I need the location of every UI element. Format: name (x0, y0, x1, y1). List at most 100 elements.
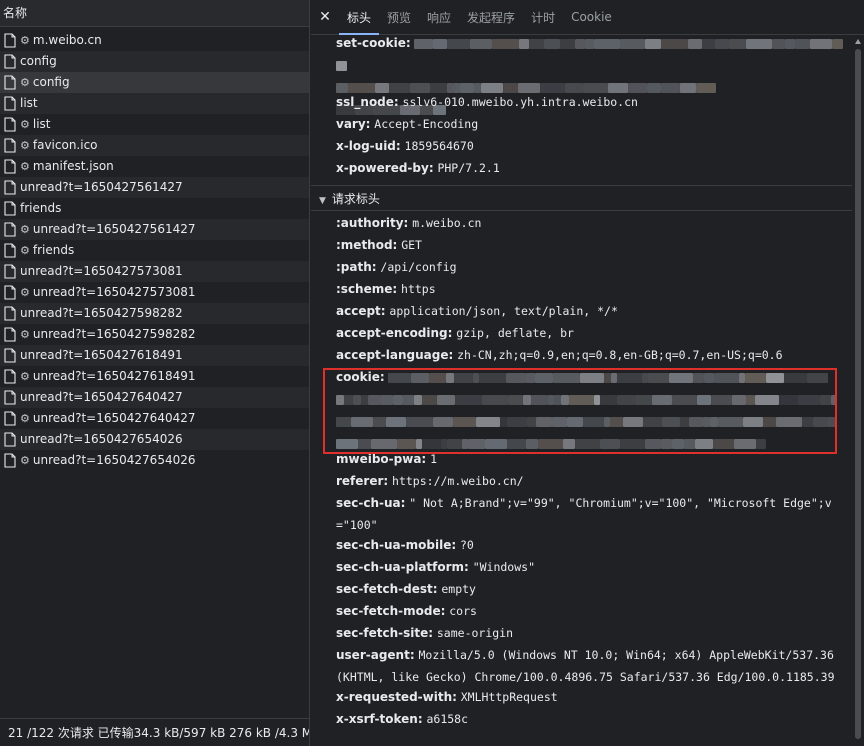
redaction-block (336, 60, 347, 71)
header-row: :method: GET (336, 234, 851, 256)
tabs: 标头 预览 响应 发起程序 计时 Cookie (339, 0, 620, 35)
header-name: sec-fetch-site: (336, 626, 434, 640)
request-row[interactable]: unread?t=1650427618491 (0, 345, 309, 366)
request-name: favicon.ico (32, 138, 98, 152)
header-value[interactable]: sslv6-010.mweibo.yh.intra.weibo.cn (403, 95, 638, 109)
document-file-icon (4, 411, 16, 426)
request-row[interactable]: unread?t=1650427561427 (0, 177, 309, 198)
header-value[interactable]: https (401, 282, 436, 296)
scrollbar-thumb[interactable] (855, 49, 861, 739)
header-row: sec-ch-ua: " Not A;Brand";v="99", "Chrom… (336, 492, 851, 536)
request-row[interactable]: friends (0, 198, 309, 219)
vertical-scrollbar[interactable] (852, 35, 864, 746)
request-row[interactable]: ⚙ m.weibo.cn (0, 30, 309, 51)
header-row: sec-ch-ua-mobile: ?0 (336, 534, 851, 556)
tab-cookie[interactable]: Cookie (563, 0, 620, 34)
header-name: sec-fetch-mode: (336, 604, 446, 618)
request-name: unread?t=1650427654026 (32, 453, 196, 467)
request-row[interactable]: ⚙ unread?t=1650427598282 (0, 324, 309, 345)
header-name: mweibo-pwa: (336, 452, 427, 466)
header-value[interactable]: 1859564670 (405, 139, 474, 153)
header-value[interactable]: gzip, deflate, br (456, 326, 574, 340)
header-value[interactable]: zh-CN,zh;q=0.9,en;q=0.8,en-GB;q=0.7,en-U… (457, 348, 782, 362)
header-row: sec-fetch-site: same-origin (336, 622, 851, 644)
request-row[interactable]: ⚙ unread?t=1650427561427 (0, 219, 309, 240)
header-name: set-cookie: (336, 36, 411, 50)
request-name: unread?t=1650427561427 (32, 222, 196, 236)
service-worker-gear-icon: ⚙ (20, 454, 30, 467)
request-row[interactable]: unread?t=1650427654026 (0, 429, 309, 450)
header-value[interactable]: application/json, text/plain, */* (389, 304, 617, 318)
header-value[interactable]: " Not A;Brand";v="99", "Chromium";v="100… (336, 496, 832, 532)
header-value[interactable]: XMLHttpRequest (461, 690, 558, 704)
request-row[interactable]: ⚙ unread?t=1650427573081 (0, 282, 309, 303)
header-name: sec-fetch-dest: (336, 582, 438, 596)
header-value[interactable]: a6158c (426, 712, 468, 726)
header-value[interactable]: https://m.weibo.cn/ (392, 474, 524, 488)
document-file-icon (4, 306, 16, 321)
header-value[interactable]: 1 (430, 452, 437, 466)
document-file-icon (4, 327, 16, 342)
header-value[interactable]: "Windows" (473, 560, 535, 574)
redaction-block (594, 38, 621, 49)
request-row[interactable]: unread?t=1650427573081 (0, 261, 309, 282)
request-row[interactable]: ⚙ unread?t=1650427640427 (0, 408, 309, 429)
request-name: friends (32, 243, 75, 257)
request-row[interactable]: unread?t=1650427598282 (0, 303, 309, 324)
header-row: :authority: m.weibo.cn (336, 212, 851, 234)
header-name: referer: (336, 474, 389, 488)
request-row[interactable]: config (0, 51, 309, 72)
header-row: ssl_node: sslv6-010.mweibo.yh.intra.weib… (336, 91, 851, 113)
tab-preview[interactable]: 预览 (379, 0, 419, 34)
header-value[interactable]: empty (441, 582, 476, 596)
tab-timing[interactable]: 计时 (523, 0, 563, 34)
request-name: unread?t=1650427618491 (20, 348, 183, 362)
header-value[interactable]: GET (401, 238, 422, 252)
request-row[interactable]: ⚙ unread?t=1650427618491 (0, 366, 309, 387)
redaction-block (688, 38, 703, 49)
request-row[interactable]: list (0, 93, 309, 114)
redaction-block (560, 38, 576, 49)
request-row[interactable]: ⚙ friends (0, 240, 309, 261)
header-value[interactable]: /api/config (380, 260, 456, 274)
header-value[interactable]: ?0 (460, 538, 474, 552)
cookie-highlight-box (323, 368, 837, 454)
header-value[interactable]: same-origin (437, 626, 513, 640)
request-row[interactable]: unread?t=1650427640427 (0, 387, 309, 408)
header-name: :method: (336, 238, 398, 252)
headers-content: set-cookie: ssl_node: sslv6-010.mweibo.y… (311, 35, 852, 746)
service-worker-gear-icon: ⚙ (20, 160, 30, 173)
request-name: friends (20, 201, 62, 215)
redaction-block (785, 38, 796, 49)
request-name: config (20, 54, 57, 68)
request-row[interactable]: ⚙ favicon.ico (0, 135, 309, 156)
header-value[interactable]: m.weibo.cn (412, 216, 481, 230)
redaction-block (715, 38, 730, 49)
request-headers-section-toggle[interactable]: ▼ 请求标头 (311, 185, 852, 211)
tab-response[interactable]: 响应 (419, 0, 459, 34)
header-value[interactable]: cors (449, 604, 477, 618)
header-name: sec-ch-ua: (336, 496, 406, 510)
name-column-header[interactable]: 名称 (0, 0, 309, 27)
header-name: x-log-uid: (336, 139, 401, 153)
tab-headers[interactable]: 标头 (339, 0, 380, 35)
redaction-block (544, 38, 561, 49)
request-name: config (32, 75, 70, 89)
document-file-icon (4, 180, 16, 195)
request-row[interactable]: ⚙ unread?t=1650427654026 (0, 450, 309, 471)
tab-initiator[interactable]: 发起程序 (459, 0, 523, 34)
request-row[interactable]: ⚙ list (0, 114, 309, 135)
document-file-icon (4, 75, 16, 90)
header-value[interactable]: PHP/7.2.1 (437, 161, 499, 175)
request-row[interactable]: ⚙ config (0, 72, 309, 93)
service-worker-gear-icon: ⚙ (20, 412, 30, 425)
scroll-up-arrow-icon[interactable] (855, 39, 861, 44)
redaction-block (645, 38, 662, 49)
header-name: accept-language: (336, 348, 454, 362)
request-name: unread?t=1650427561427 (20, 180, 183, 194)
close-details-button[interactable]: ✕ (311, 0, 339, 34)
document-file-icon (4, 390, 16, 405)
request-row[interactable]: ⚙ manifest.json (0, 156, 309, 177)
header-value[interactable]: Accept-Encoding (374, 117, 478, 131)
header-row: x-requested-with: XMLHttpRequest (336, 686, 851, 708)
